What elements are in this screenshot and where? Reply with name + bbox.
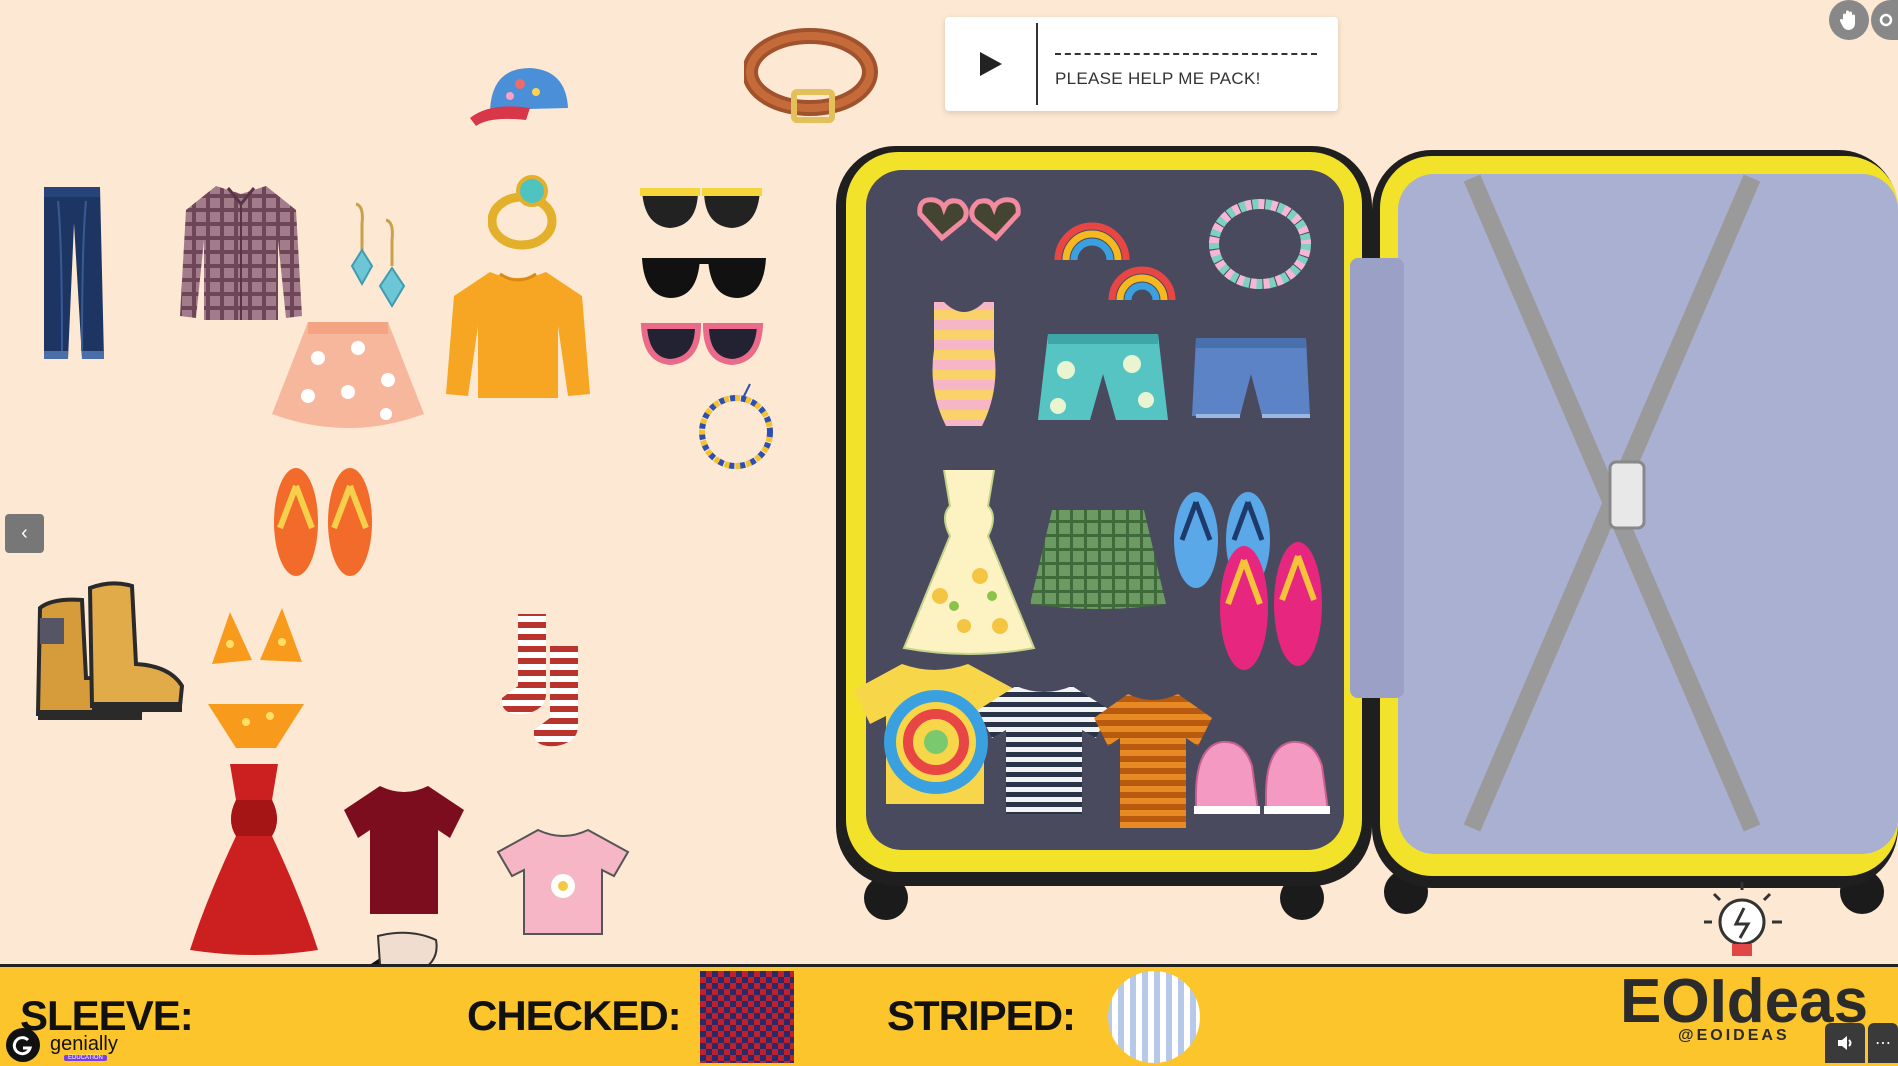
hand-icon [1839,10,1855,30]
black-sunglasses-icon[interactable] [640,254,768,302]
earrings-icon[interactable] [342,200,412,310]
cap-icon[interactable] [470,62,572,128]
yellow-sunglasses-icon[interactable] [640,186,762,232]
pink-flipflops-icon[interactable] [1214,534,1326,674]
orange-flipflops-icon[interactable] [268,464,378,580]
more-options-button[interactable]: ⋯ [1868,1023,1898,1063]
smile-bracelet-icon[interactable] [1206,196,1314,292]
play-button[interactable] [945,17,1036,111]
jeans-icon[interactable] [38,183,106,365]
bikini-icon[interactable] [206,604,306,754]
striped-label: STRIPED: [887,992,1076,1039]
genially-education-tag: EDUCATION [64,1055,107,1061]
checked-label: CHECKED: [467,992,682,1039]
plaid-shirt-icon[interactable] [178,180,304,324]
volume-button[interactable] [1825,1023,1865,1063]
audio-player: PLEASE HELP ME PACK! [945,17,1338,111]
flower-skirt-icon[interactable] [268,318,428,436]
genially-logo-icon[interactable] [6,1028,40,1062]
previous-page-button[interactable]: ‹ [5,514,44,553]
swimsuit-icon[interactable] [926,300,1002,430]
pink-tshirt-icon[interactable] [496,826,630,936]
hand-tool-button[interactable] [1829,0,1869,40]
rainbow-earrings-icon[interactable] [1050,190,1176,302]
audio-title: PLEASE HELP ME PACK! [1055,69,1261,88]
pink-sneakers-icon[interactable] [1192,726,1332,818]
play-icon [979,52,1002,76]
ring-icon[interactable] [488,175,560,253]
eoideas-handle: @EOIDEAS [1678,1027,1790,1044]
belt-icon[interactable] [744,28,880,124]
sun-dress-icon[interactable] [900,466,1038,656]
genially-brand[interactable]: genially [50,1033,118,1056]
restart-icon [1879,13,1892,27]
lightbulb-icon[interactable] [1694,878,1792,970]
floral-shorts-icon[interactable] [1036,330,1170,432]
audio-progress[interactable] [1055,53,1317,55]
audio-divider [1036,23,1038,105]
boots-icon[interactable] [32,578,186,726]
denim-shorts-icon[interactable] [1190,334,1312,428]
maroon-tshirt-icon[interactable] [342,782,466,916]
volume-icon [1838,1036,1852,1050]
yellow-sweater-icon[interactable] [444,270,592,400]
restart-button[interactable] [1871,0,1898,40]
striped-socks-icon[interactable] [498,610,598,752]
checked-pattern-swatch [700,971,794,1063]
heart-sunglasses-icon[interactable] [916,194,1022,242]
green-skirt-icon[interactable] [1028,506,1168,612]
striped-pattern-swatch [1106,969,1202,1063]
bracelet-icon[interactable] [696,380,776,474]
pink-sunglasses-icon[interactable] [640,320,764,366]
